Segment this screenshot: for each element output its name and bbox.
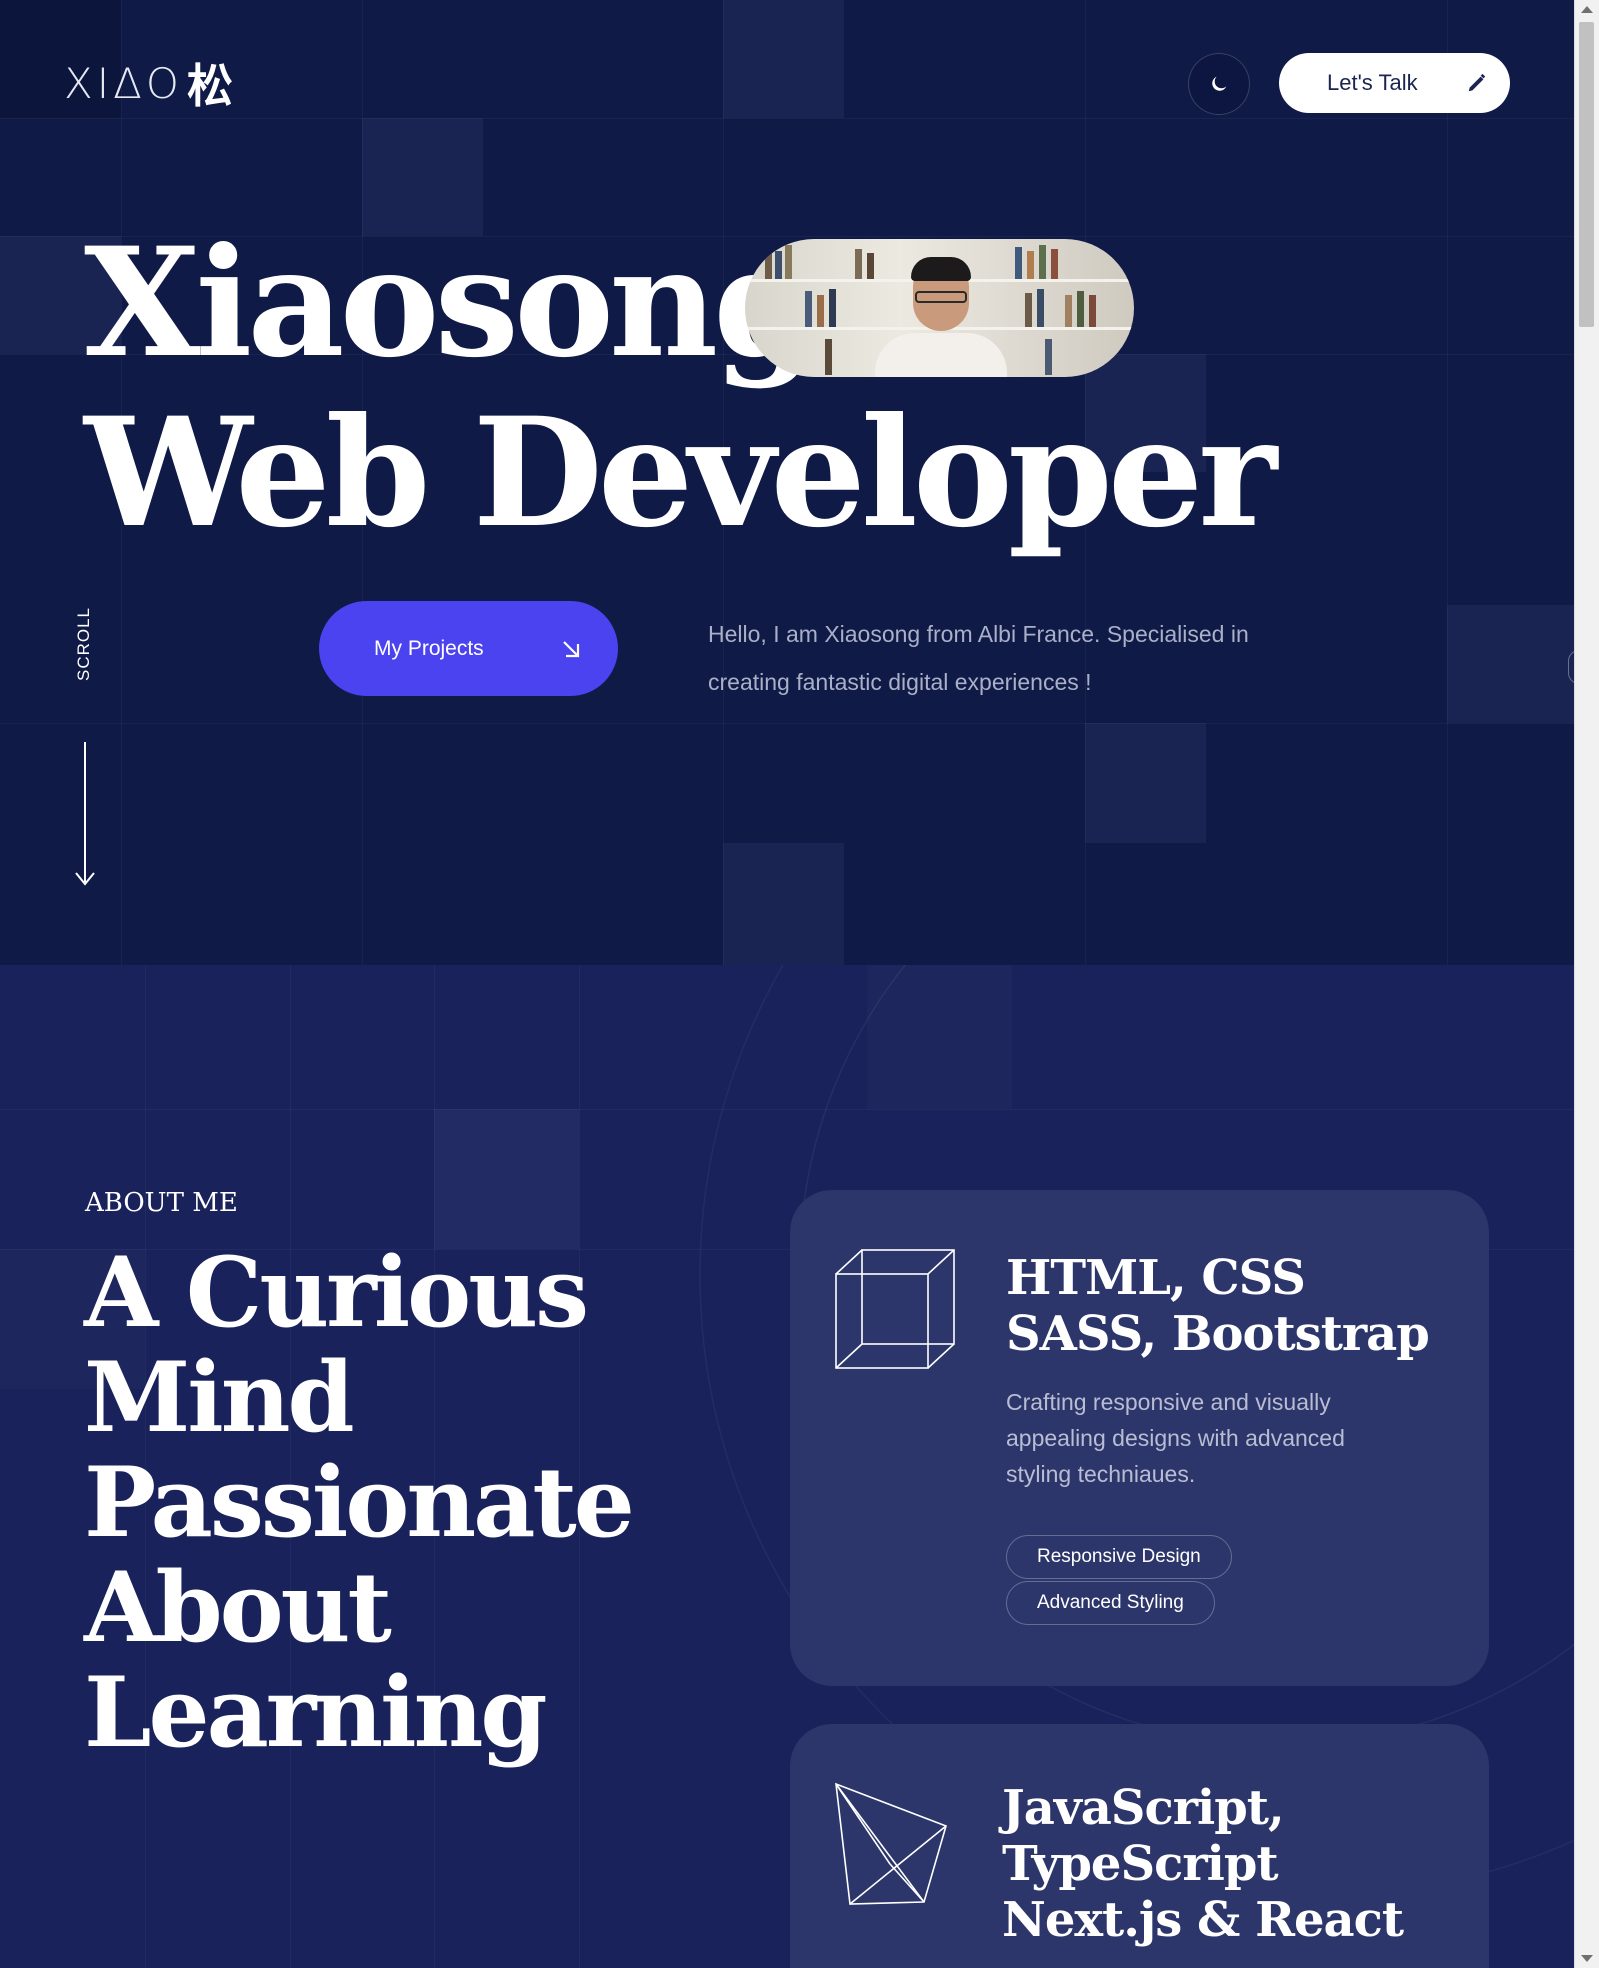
scroll-down-arrow-icon[interactable] xyxy=(1581,1955,1593,1962)
logo-cjk: 松 xyxy=(186,59,233,113)
lets-talk-button[interactable]: Let's Talk xyxy=(1279,53,1510,113)
arrow-down-right-icon xyxy=(563,640,580,657)
card-title-line: HTML, CSS xyxy=(1006,1250,1306,1306)
site-logo[interactable]: XIΔO 松 xyxy=(64,50,233,116)
about-title-line: Learning xyxy=(84,1656,548,1769)
grid-line xyxy=(0,723,1574,724)
card-title-line: SASS, Bootstrap xyxy=(1006,1306,1430,1362)
my-projects-label: My Projects xyxy=(374,636,484,660)
grid-line xyxy=(1447,0,1448,965)
scrollbar-thumb[interactable] xyxy=(1579,22,1594,327)
about-title-line: Mind xyxy=(84,1341,355,1454)
card-title: JavaScript, TypeScript Next.js & React xyxy=(1002,1780,1404,1948)
about-title-line: About xyxy=(84,1551,392,1664)
tag-responsive-design: Responsive Design xyxy=(1006,1535,1232,1579)
bg-tile xyxy=(723,843,844,965)
moon-icon xyxy=(1212,76,1227,91)
page: XIΔO 松 Let's Talk Xiaosong Web Developer xyxy=(0,0,1574,1968)
logo-text: XIΔO xyxy=(64,58,183,108)
about-title: A Curious Mind Passionate About Learning xyxy=(84,1236,635,1769)
lets-talk-label: Let's Talk xyxy=(1327,70,1418,95)
card-title-line: TypeScript xyxy=(1002,1836,1279,1892)
grid-line xyxy=(0,118,1574,119)
bg-tile xyxy=(1085,723,1206,843)
scroll-up-arrow-icon[interactable] xyxy=(1581,6,1593,13)
card-title-line: JavaScript, xyxy=(1002,1780,1285,1836)
skill-card-javascript: JavaScript, TypeScript Next.js & React xyxy=(790,1724,1489,1968)
bg-tile xyxy=(723,0,844,118)
scroll-indicator[interactable]: SCROLL xyxy=(73,606,95,686)
portrait-image xyxy=(745,239,1134,377)
about-label: ABOUT ME xyxy=(85,1188,238,1218)
card-description: Crafting responsive and visually appeali… xyxy=(1006,1389,1345,1487)
my-projects-button[interactable]: My Projects xyxy=(319,601,618,696)
skill-card-html-css: HTML, CSS SASS, Bootstrap Crafting respo… xyxy=(790,1190,1489,1686)
page-scrollbar[interactable] xyxy=(1574,0,1599,1968)
hero-intro-text: Hello, I am Xiaosong from Albi France. S… xyxy=(708,621,1249,695)
tag-advanced-styling: Advanced Styling xyxy=(1006,1581,1215,1625)
scroll-label: SCROLL xyxy=(74,606,93,682)
card-title: HTML, CSS SASS, Bootstrap xyxy=(1006,1250,1430,1362)
cube-icon xyxy=(835,1249,955,1369)
hero-title-line2: Web Developer xyxy=(84,385,1277,561)
pencil-icon xyxy=(1468,73,1486,92)
about-title-line: A Curious xyxy=(84,1236,589,1349)
about-title-line: Passionate xyxy=(84,1446,635,1559)
arrow-down-icon xyxy=(75,742,95,886)
pyramid-icon xyxy=(835,1782,947,1905)
card-title-line: Next.js & React xyxy=(1002,1892,1404,1948)
bg-tile xyxy=(1447,605,1574,723)
theme-toggle-button[interactable] xyxy=(1188,53,1250,115)
hero-title-line1: Xiaosong xyxy=(84,215,818,391)
hero-section: XIΔO 松 Let's Talk Xiaosong Web Developer xyxy=(0,0,1574,965)
